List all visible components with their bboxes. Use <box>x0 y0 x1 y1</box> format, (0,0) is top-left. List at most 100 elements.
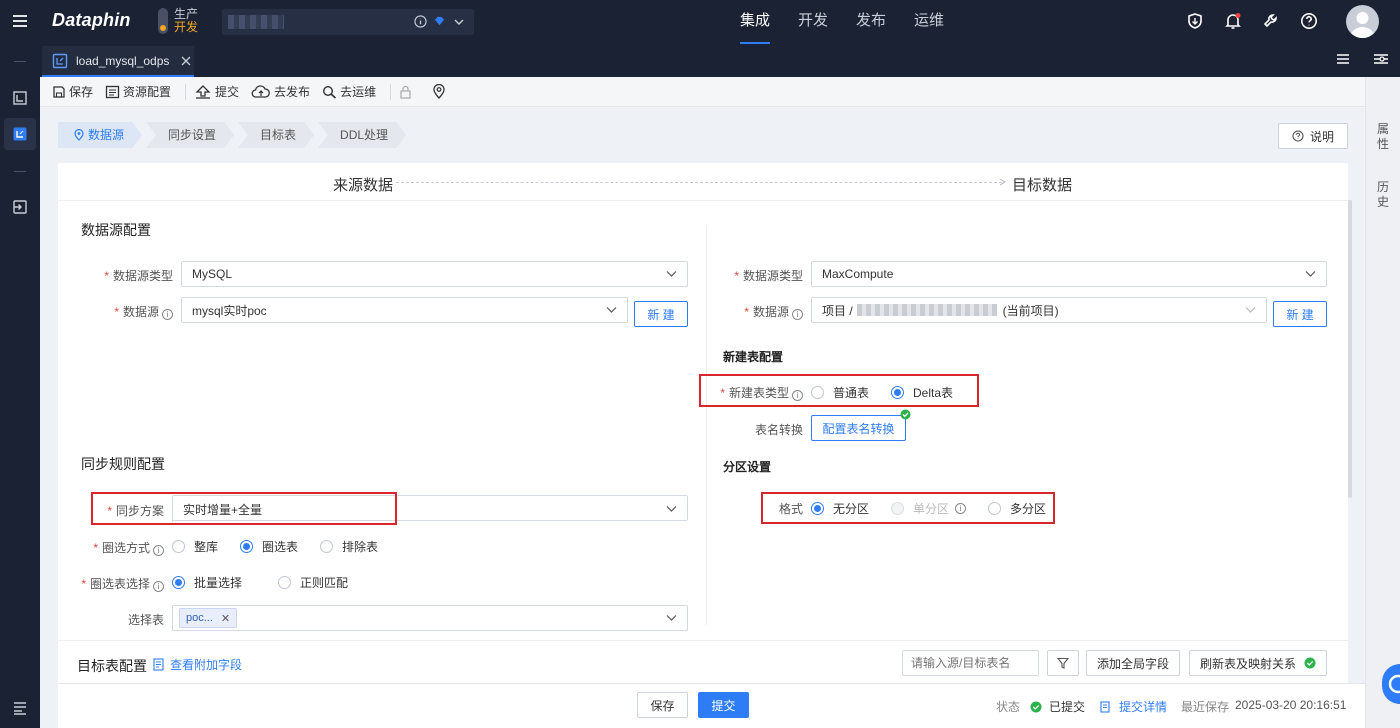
source-new-button[interactable]: 新 建 <box>634 301 688 327</box>
nav-develop[interactable]: 开发 <box>798 0 828 44</box>
upload-icon <box>194 84 215 99</box>
integration-icon[interactable] <box>12 126 28 142</box>
info-icon[interactable] <box>414 15 427 28</box>
table-tag[interactable]: poc... ✕ <box>179 608 238 628</box>
scrollbar[interactable] <box>1348 200 1352 498</box>
save-icon <box>52 85 69 99</box>
hamburger-menu-icon[interactable] <box>12 13 28 29</box>
view-extra-label: 查看附加字段 <box>170 658 243 672</box>
list-icon[interactable] <box>12 700 28 716</box>
shield-icon[interactable] <box>1186 12 1204 30</box>
target-type-select[interactable]: MaxCompute <box>811 261 1327 287</box>
toolbar-divider <box>390 83 392 100</box>
radio-normal-table[interactable]: 普通表 <box>811 384 869 401</box>
radio-multi-partition[interactable]: 多分区 <box>988 500 1046 517</box>
assistant-float-button[interactable] <box>1382 664 1400 704</box>
new-table-type-label: * 新建表类型 i <box>712 384 803 401</box>
env-switch[interactable]: 生产 开发 <box>158 8 198 34</box>
file-tab[interactable]: load_mysql_odps <box>42 46 194 77</box>
avatar[interactable] <box>1346 5 1379 38</box>
import-icon[interactable] <box>12 199 28 215</box>
submit-toolbar-button[interactable]: 提交 <box>194 77 239 107</box>
select-table-input[interactable]: poc... ✕ <box>172 605 688 631</box>
step-label: 数据源 <box>88 128 125 142</box>
radio-single-partition: 单分区 i <box>891 500 967 517</box>
pick-radio-batch[interactable]: 批量选择 <box>172 574 242 591</box>
table-tag-label: poc... <box>186 612 213 624</box>
bell-icon[interactable] <box>1224 12 1242 30</box>
target-table-config-title: 目标表配置 <box>77 658 147 674</box>
radio-delta-table[interactable]: Delta表 <box>891 384 953 401</box>
step-ddl[interactable]: DDL处理 <box>318 122 406 148</box>
help-icon <box>1292 130 1304 142</box>
chevron-down-icon[interactable] <box>453 16 465 28</box>
target-datasource-select[interactable]: 项目 / (当前项目) <box>811 297 1267 323</box>
source-type-label: * 数据源类型 <box>104 269 173 283</box>
chevron-down-icon <box>1305 270 1316 278</box>
chevron-down-icon <box>1245 306 1256 314</box>
format-label: 格式 <box>778 502 803 516</box>
scope-radio-pick-tables[interactable]: 圈选表 <box>240 538 298 555</box>
check-circle-icon <box>1304 657 1316 669</box>
submit-detail-label: 提交详情 <box>1119 700 1168 714</box>
save-toolbar-button[interactable]: 保存 <box>52 77 93 107</box>
filter-button[interactable] <box>1047 650 1079 676</box>
submit-detail-link[interactable]: 提交详情 <box>1100 698 1167 715</box>
refresh-mapping-button[interactable]: 刷新表及映射关系 <box>1189 650 1327 676</box>
app-logo[interactable]: Dataphin <box>52 10 131 31</box>
source-datasource-select[interactable]: mysql实时poc <box>181 297 628 323</box>
target-new-button[interactable]: 新 建 <box>1273 301 1327 327</box>
config-table-name-button[interactable]: 配置表名转换 <box>811 415 906 441</box>
field-divider <box>172 496 173 522</box>
help-button[interactable]: 说明 <box>1278 123 1348 149</box>
new-table-type-radio-group: 普通表 Delta表 <box>811 384 975 401</box>
tab-list-icon[interactable] <box>1336 52 1350 66</box>
scope-radio-whole-db[interactable]: 整库 <box>172 538 218 555</box>
wrench-icon[interactable] <box>1262 12 1280 30</box>
footer-save-button[interactable]: 保存 <box>637 692 688 718</box>
source-ds-value: mysql实时poc <box>192 303 267 318</box>
location-pin-icon <box>74 129 84 141</box>
go-publish-button[interactable]: 去发布 <box>251 77 310 107</box>
lock-icon[interactable] <box>399 77 415 107</box>
source-data-title: 来源数据 <box>333 177 394 194</box>
main-nav: 集成 开发 发布 运维 <box>740 0 972 44</box>
radio-no-partition[interactable]: 无分区 <box>811 500 869 517</box>
filter-icon <box>1057 657 1069 669</box>
target-ds-prefix: 项目 / <box>822 303 853 318</box>
go-ops-button[interactable]: 去运维 <box>322 77 376 107</box>
source-type-select[interactable]: MySQL <box>181 261 688 287</box>
nav-publish[interactable]: 发布 <box>856 0 886 44</box>
step-datasource[interactable]: 数据源 <box>58 122 142 148</box>
chevron-down-icon <box>666 505 677 513</box>
nav-integration[interactable]: 集成 <box>740 0 771 44</box>
location-pin-icon[interactable] <box>433 77 448 107</box>
project-name-redacted <box>228 15 284 29</box>
properties-panel-tab[interactable]: 属性 <box>1376 122 1390 152</box>
new-table-config-title: 新建表配置 <box>723 350 784 364</box>
report-icon[interactable] <box>12 90 28 106</box>
pick-radio-regex[interactable]: 正则匹配 <box>278 574 348 591</box>
view-extra-fields-link[interactable]: 查看附加字段 <box>153 656 242 673</box>
info-icon: i <box>792 390 803 401</box>
footer-submit-button[interactable]: 提交 <box>698 692 749 718</box>
project-selector[interactable] <box>222 9 474 35</box>
help-icon[interactable] <box>1300 12 1318 30</box>
tag-close-icon[interactable]: ✕ <box>221 612 230 625</box>
document-icon <box>1100 700 1111 713</box>
resource-config-button[interactable]: 资源配置 <box>105 77 171 107</box>
close-icon[interactable] <box>181 56 191 66</box>
add-global-field-button[interactable]: 添加全局字段 <box>1086 650 1180 676</box>
sync-plan-label: * 同步方案 <box>107 504 164 518</box>
scope-radio-exclude-tables[interactable]: 排除表 <box>320 538 378 555</box>
layout-settings-icon[interactable] <box>1373 52 1389 66</box>
nav-ops[interactable]: 运维 <box>914 0 944 44</box>
rail-divider <box>14 171 26 172</box>
step-target-table[interactable]: 目标表 <box>238 122 314 148</box>
table-search-input[interactable] <box>902 650 1039 676</box>
history-panel-tab[interactable]: 历史 <box>1376 180 1390 210</box>
rail-divider <box>14 61 26 62</box>
integration-file-icon <box>52 53 68 69</box>
step-sync-settings[interactable]: 同步设置 <box>146 122 234 148</box>
document-icon <box>153 658 165 671</box>
